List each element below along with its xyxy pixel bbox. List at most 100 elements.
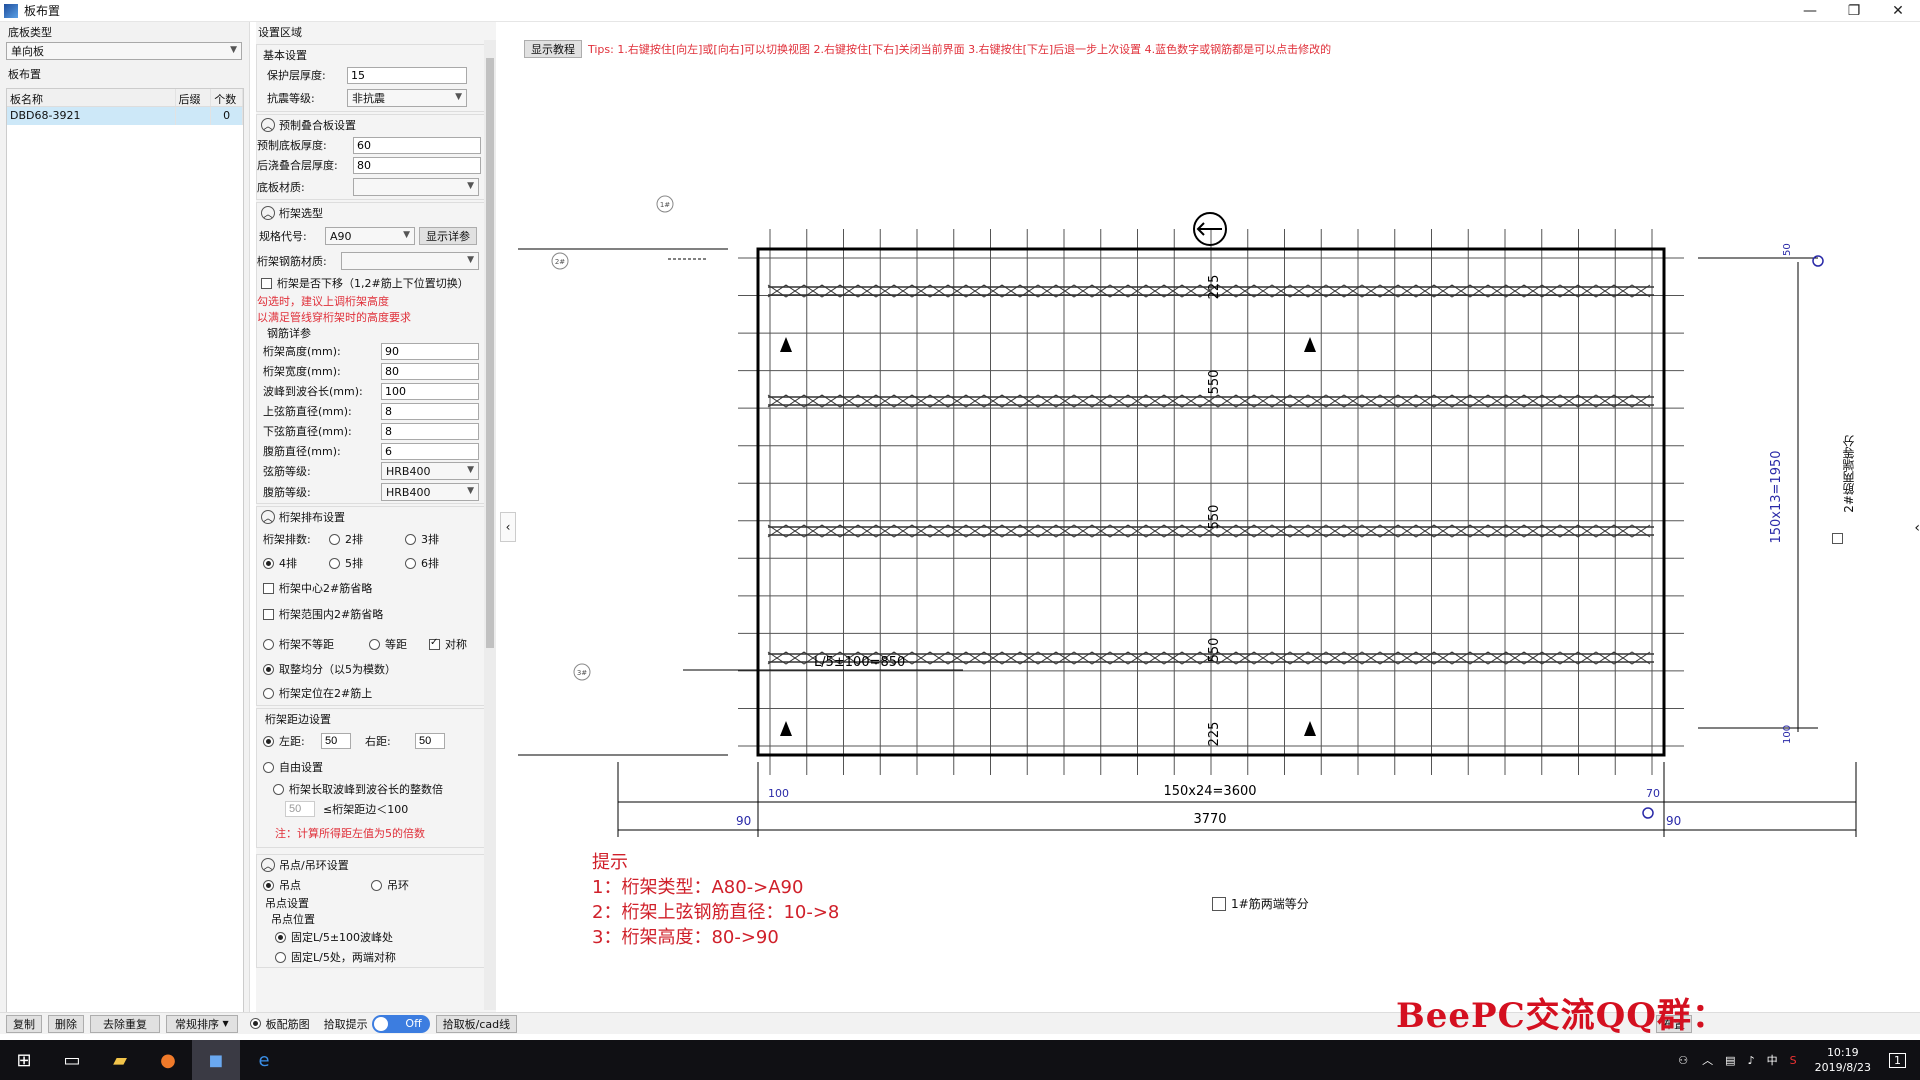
left-edge-input[interactable] bbox=[321, 733, 351, 749]
app-taskbar-icon[interactable]: ◼ bbox=[192, 1040, 240, 1080]
fixed-l5-radio[interactable] bbox=[275, 931, 286, 943]
fixed-edge-radio[interactable] bbox=[263, 735, 274, 747]
omit-range-checkbox[interactable] bbox=[263, 608, 274, 620]
dedupe-button[interactable]: 去除重复 bbox=[90, 1014, 160, 1033]
wave-length-input[interactable] bbox=[381, 382, 479, 400]
tag-rebar-1[interactable]: 1# bbox=[660, 201, 670, 209]
delete-button[interactable]: 删除 bbox=[48, 1014, 84, 1033]
lift-point-marker[interactable] bbox=[1304, 721, 1316, 736]
rebar1-equal-checkbox[interactable] bbox=[1212, 896, 1226, 911]
dim-550-3[interactable]: 550 bbox=[1207, 638, 1222, 663]
wave-radio[interactable] bbox=[273, 783, 284, 795]
show-tutorial-button[interactable]: 显示教程 bbox=[524, 40, 582, 58]
show-detail-button[interactable]: 显示详参 bbox=[419, 227, 477, 245]
right-edge-input[interactable] bbox=[415, 733, 445, 749]
table-row[interactable]: DBD68-3921 0 bbox=[7, 107, 243, 125]
dim-total-length[interactable]: 3770 bbox=[1193, 812, 1226, 827]
truss-steel-select[interactable]: ▼ bbox=[341, 252, 479, 270]
collapse-icon[interactable]: ︿ bbox=[261, 206, 275, 220]
clock[interactable]: 10:19 2019/8/23 bbox=[1815, 1045, 1871, 1075]
bottom-chord-input[interactable] bbox=[381, 422, 479, 440]
dim-lift-rule[interactable]: L/5±100=850 bbox=[814, 655, 905, 670]
pick-cad-button[interactable]: 拾取板/cad线 bbox=[435, 1014, 518, 1033]
chord-grade-select[interactable]: HRB400 ▼ bbox=[381, 462, 479, 480]
dim-right-50[interactable]: 50 bbox=[1782, 243, 1793, 256]
settings-scrollbar[interactable] bbox=[484, 40, 496, 1010]
dim-right-70[interactable]: 70 bbox=[1646, 787, 1660, 800]
dim-right-90[interactable]: 90 bbox=[1666, 814, 1681, 828]
equal-radio[interactable] bbox=[369, 638, 380, 650]
dim-bottom-span[interactable]: 150x24=3600 bbox=[1163, 784, 1256, 799]
material-select[interactable]: ▼ bbox=[353, 178, 479, 196]
file-explorer-icon[interactable]: ▰ bbox=[96, 1040, 144, 1080]
collapse-icon[interactable]: ︿ bbox=[261, 510, 275, 524]
edge-browser-icon[interactable]: e bbox=[240, 1040, 288, 1080]
ime-indicator[interactable]: 中 bbox=[1767, 1052, 1778, 1068]
col-suffix[interactable]: 后缀 bbox=[176, 89, 212, 106]
tag-rebar-2[interactable]: 2# bbox=[555, 258, 565, 266]
dim-225-top[interactable]: 225 bbox=[1207, 275, 1222, 300]
web-bar-input[interactable] bbox=[381, 442, 479, 460]
maximize-button[interactable]: ❐ bbox=[1832, 0, 1876, 22]
rebar2-equal-checkbox[interactable] bbox=[1832, 533, 1843, 544]
pick-hint-toggle[interactable]: Off bbox=[371, 1014, 430, 1033]
cover-input[interactable] bbox=[347, 66, 467, 84]
dim-550-1[interactable]: 550 bbox=[1207, 370, 1222, 395]
wave-value-input[interactable] bbox=[285, 801, 315, 817]
dim-right-span[interactable]: 150x13=1950 bbox=[1769, 450, 1784, 543]
tag-rebar-3[interactable]: 3# bbox=[577, 669, 587, 677]
dim-225-bottom[interactable]: 225 bbox=[1207, 722, 1222, 747]
rows-6-radio[interactable] bbox=[405, 557, 416, 569]
chevron-up-icon[interactable]: ︿ bbox=[1702, 1052, 1713, 1068]
board-type-select[interactable]: 单向板 ▼ bbox=[6, 42, 242, 60]
top-chord-input[interactable] bbox=[381, 402, 479, 420]
dim-550-2[interactable]: 550 bbox=[1207, 505, 1222, 530]
dim-left-100[interactable]: 100 bbox=[768, 787, 789, 800]
lift-point-marker[interactable] bbox=[780, 721, 792, 736]
seismic-select[interactable]: 非抗震 ▼ bbox=[347, 89, 467, 107]
lift-point-marker[interactable] bbox=[1304, 337, 1316, 352]
truss-width-input[interactable] bbox=[381, 362, 479, 380]
volume-icon[interactable]: ♪ bbox=[1748, 1054, 1755, 1067]
chevron-left-icon[interactable]: ‹ bbox=[1914, 520, 1920, 536]
network-icon[interactable]: ▤ bbox=[1725, 1054, 1735, 1067]
web-grade-select[interactable]: HRB400 ▼ bbox=[381, 483, 479, 501]
user-icon[interactable]: ⚇ bbox=[1678, 1054, 1688, 1067]
minimize-button[interactable]: — bbox=[1788, 0, 1832, 22]
copy-button[interactable]: 复制 bbox=[6, 1014, 42, 1033]
rows-4-radio[interactable] bbox=[263, 557, 274, 569]
collapse-icon[interactable]: ︿ bbox=[261, 118, 275, 132]
browser-icon[interactable]: ● bbox=[144, 1040, 192, 1080]
truss-down-checkbox[interactable] bbox=[261, 277, 272, 289]
col-count[interactable]: 个数 bbox=[211, 89, 243, 106]
omit-center-checkbox[interactable] bbox=[263, 582, 274, 594]
fixed-l5-sym-radio[interactable] bbox=[275, 951, 286, 963]
locate-radio[interactable] bbox=[263, 687, 274, 699]
board-rebar-radio[interactable] bbox=[249, 1018, 261, 1029]
close-button[interactable]: ✕ bbox=[1876, 0, 1920, 22]
lift-point-radio[interactable] bbox=[263, 879, 274, 891]
rebar-grid[interactable] bbox=[738, 229, 1684, 775]
rows-2-radio[interactable] bbox=[329, 533, 340, 545]
dim-left-90[interactable]: 90 bbox=[736, 814, 751, 828]
free-radio[interactable] bbox=[263, 761, 274, 773]
task-view-icon[interactable]: ▭ bbox=[48, 1040, 96, 1080]
windows-start-icon[interactable]: ⊞ bbox=[0, 1040, 48, 1080]
rows-3-radio[interactable] bbox=[405, 533, 416, 545]
collapse-panel-button[interactable]: ‹ bbox=[500, 512, 516, 542]
truss-height-input[interactable] bbox=[381, 342, 479, 360]
rows-5-radio[interactable] bbox=[329, 557, 340, 569]
lift-point-marker[interactable] bbox=[780, 337, 792, 352]
lift-ring-radio[interactable] bbox=[371, 879, 382, 891]
post-thick-input[interactable] bbox=[353, 156, 481, 174]
spec-select[interactable]: A90 ▼ bbox=[325, 227, 415, 245]
notification-icon[interactable]: 1 bbox=[1889, 1052, 1906, 1068]
symmetric-checkbox[interactable] bbox=[429, 637, 440, 650]
precast-thick-input[interactable] bbox=[353, 136, 481, 154]
rebar-end-marker[interactable] bbox=[1642, 807, 1654, 819]
collapse-icon[interactable]: ︿ bbox=[261, 858, 275, 872]
col-name[interactable]: 板名称 bbox=[7, 89, 176, 106]
sort-select[interactable]: 常规排序 ▼ bbox=[166, 1014, 238, 1033]
round-radio[interactable] bbox=[263, 663, 274, 675]
scrollbar-thumb[interactable] bbox=[486, 58, 494, 648]
